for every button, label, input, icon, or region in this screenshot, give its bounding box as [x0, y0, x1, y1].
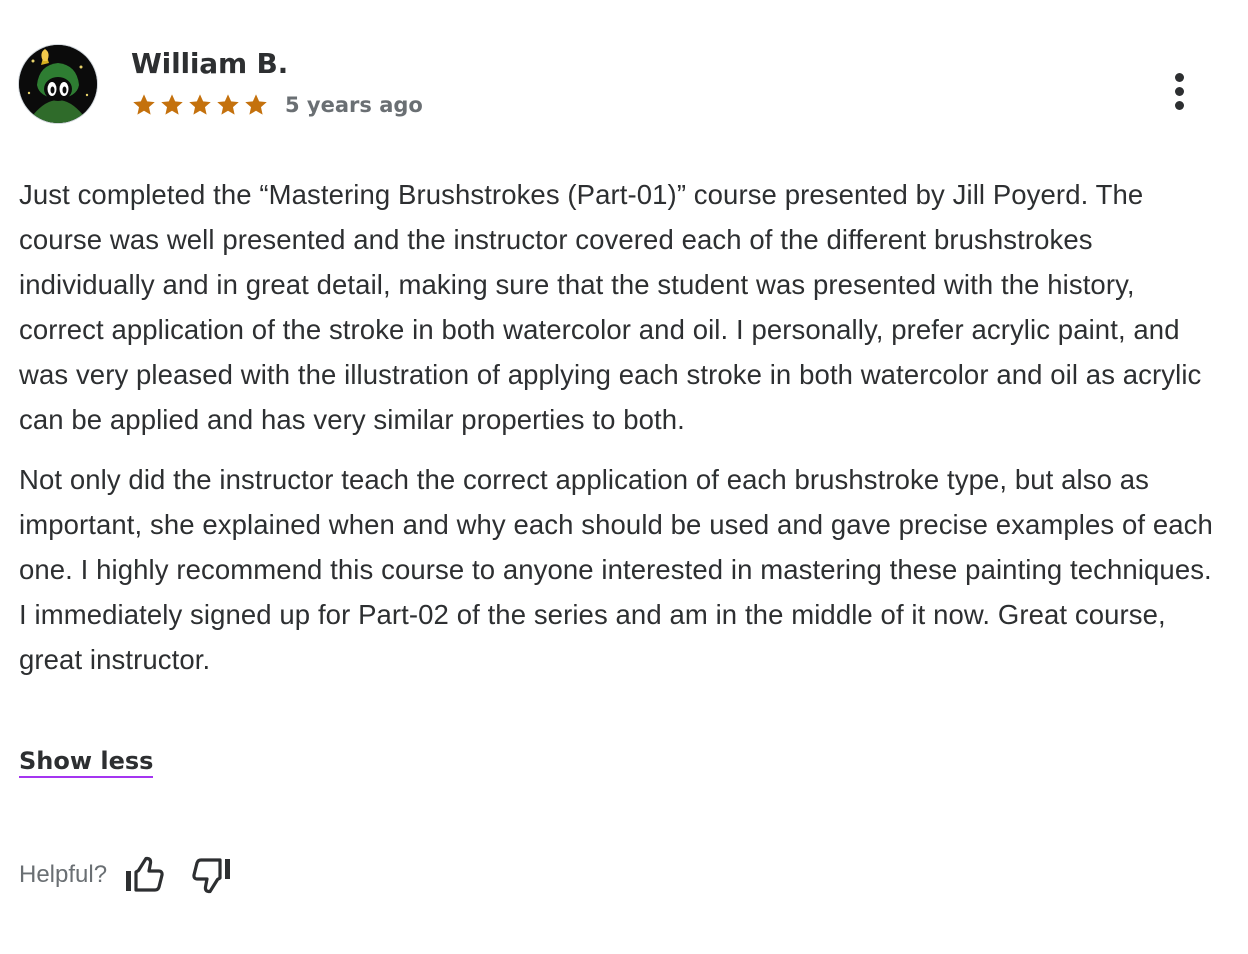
thumbs-down-button[interactable]	[189, 853, 235, 897]
star-icon	[243, 92, 269, 118]
star-icon	[131, 92, 157, 118]
thumbs-up-icon	[126, 856, 164, 892]
review-paragraph: Just completed the “Mastering Brushstrok…	[19, 179, 1202, 435]
helpful-label: Helpful?	[19, 861, 108, 888]
more-options-button[interactable]	[1165, 69, 1193, 113]
avatar	[19, 45, 97, 123]
star-icon	[159, 92, 185, 118]
star-icon	[215, 92, 241, 118]
reviewer-name: William B.	[131, 47, 289, 80]
avatar-cartoon-icon	[19, 45, 97, 123]
show-less-link[interactable]: Show less	[19, 747, 154, 778]
helpful-row: Helpful?	[19, 853, 257, 897]
review-card: William B. 5 years ago Just completed th…	[19, 45, 1219, 894]
rating-row: 5 years ago	[131, 92, 423, 118]
thumbs-up-button[interactable]	[121, 853, 167, 897]
review-header: William B. 5 years ago	[19, 45, 1219, 125]
review-body: Just completed the “Mastering Brushstrok…	[19, 173, 1214, 699]
star-rating	[131, 92, 269, 118]
more-vertical-icon	[1174, 72, 1184, 82]
thumbs-down-icon	[192, 858, 231, 894]
star-icon	[187, 92, 213, 118]
review-paragraph: Not only did the instructor teach the co…	[19, 464, 1213, 676]
review-timestamp: 5 years ago	[285, 93, 423, 117]
